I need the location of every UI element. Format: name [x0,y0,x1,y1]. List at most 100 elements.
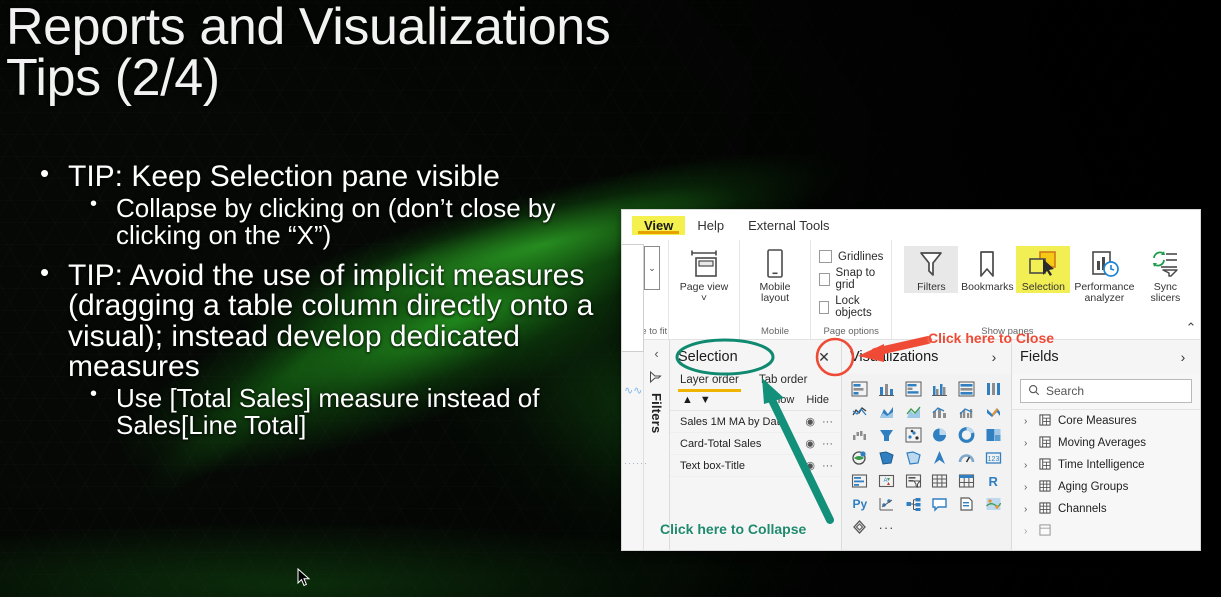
show-all-button[interactable]: Show [767,394,795,406]
slide-canvas: Reports and Visualizations Tips (2/4) TI… [0,0,1221,597]
viz-line-chart-icon[interactable] [847,401,873,423]
ribbon-tab-external-tools[interactable]: External Tools [736,216,841,235]
viz-python-script-icon[interactable]: Py [847,493,873,515]
eye-icon[interactable]: ◉ [805,415,815,428]
viz-filled-map-icon[interactable] [874,447,900,469]
viz-line-and-stacked-column-icon[interactable] [927,401,953,423]
layer-order-arrows[interactable]: ▲▼ [682,394,718,406]
viz-100-stacked-column-chart-icon[interactable] [980,378,1006,400]
filters-pane-collapsed[interactable]: ‹ Filters [644,340,670,550]
fields-tree-item-channels[interactable]: › Channels [1012,498,1200,520]
move-down-icon[interactable]: ▼ [700,394,718,406]
viz-custom-visual-icon[interactable] [847,516,873,538]
visualizations-pane-title: Visualizations [850,349,939,365]
ribbon-button-page-view[interactable]: Page view ˅ [677,246,731,305]
viz-gauge-icon[interactable] [954,447,980,469]
filters-expand-chevron-icon[interactable]: ‹ [654,346,658,361]
report-visual-card[interactable] [622,244,644,352]
viz-stacked-area-chart-icon[interactable] [900,401,926,423]
fields-tree-item-label: Core Measures [1058,415,1137,427]
viz-ribbon-chart-icon[interactable] [980,401,1006,423]
ribbon-button-performance-analyzer[interactable]: Performance analyzer [1072,246,1136,305]
viz-matrix-icon[interactable] [954,470,980,492]
viz-r-script-icon[interactable]: R [980,470,1006,492]
more-options-icon[interactable]: ··· [822,460,833,472]
ribbon-group-label-mobile: Mobile [761,326,789,337]
chevron-right-icon[interactable]: › [985,349,1003,365]
checkbox-snap-to-grid-box[interactable] [819,272,830,286]
viz-donut-chart-icon[interactable] [954,424,980,446]
viz-arcgis-map-icon[interactable] [980,493,1006,515]
viz-more-options-icon[interactable]: ··· [874,516,900,538]
viz-key-influencers-icon[interactable] [874,493,900,515]
viz-clustered-bar-chart-icon[interactable] [900,378,926,400]
chevron-right-icon[interactable]: › [1024,438,1032,449]
viz-slicer-icon[interactable] [900,470,926,492]
viz-card-icon[interactable]: 123 [980,447,1006,469]
ribbon-button-selection[interactable]: Selection [1016,246,1071,294]
close-icon[interactable]: ✕ [815,349,833,366]
viz-waterfall-chart-icon[interactable] [847,424,873,446]
viz-area-chart-icon[interactable] [874,401,900,423]
fields-pane-header: Fields › [1012,340,1200,374]
sync-slicers-icon [1149,246,1181,282]
tab-tab-order[interactable]: Tab order [759,374,808,392]
checkbox-lock-objects-box[interactable] [819,300,830,314]
ribbon-button-mobile-layout[interactable]: Mobile layout [748,246,802,305]
viz-decomposition-tree-icon[interactable] [900,493,926,515]
viz-map-icon[interactable] [847,447,873,469]
ribbon-tab-help[interactable]: Help [685,216,736,235]
list-item[interactable]: Text box-Title ◉ ··· [670,455,841,477]
viz-scatter-chart-icon[interactable] [900,424,926,446]
ribbon-button-bookmarks[interactable]: Bookmarks [960,246,1014,293]
viz-azure-map-icon[interactable] [927,447,953,469]
tab-layer-order[interactable]: Layer order [678,374,741,392]
search-input[interactable]: Search [1020,379,1192,403]
ribbon-tab-view[interactable]: View [632,215,686,235]
chevron-right-icon[interactable]: › [1024,482,1032,493]
chevron-right-icon[interactable]: › [1024,416,1032,427]
fields-tree-item-moving-averages[interactable]: › Moving Averages [1012,432,1200,454]
chevron-down-icon[interactable]: ⌄ [644,246,660,290]
hide-all-button[interactable]: Hide [806,394,829,406]
more-options-icon[interactable]: ··· [822,416,833,428]
fields-tree-item-label: Moving Averages [1058,437,1147,449]
ribbon-collapse-icon[interactable]: ⌃ [1185,320,1196,336]
viz-pie-chart-icon[interactable] [927,424,953,446]
chevron-right-icon[interactable]: › [1024,504,1032,515]
eye-icon[interactable]: ◉ [805,459,815,472]
ribbon-group-label-show-panes: Show panes [981,326,1034,337]
viz-line-and-clustered-column-icon[interactable] [954,401,980,423]
viz-funnel-chart-icon[interactable] [874,424,900,446]
fields-tree-item-aging-groups[interactable]: › Aging Groups [1012,476,1200,498]
viz-100-stacked-bar-chart-icon[interactable] [954,378,980,400]
fields-tree-item-core-measures[interactable]: › Core Measures [1012,410,1200,432]
viz-clustered-column-chart-icon[interactable] [927,378,953,400]
chevron-right-icon[interactable]: › [1174,349,1192,365]
fields-tree-item-partial[interactable]: › [1012,520,1200,542]
fields-tree-item-time-intelligence[interactable]: › Time Intelligence [1012,454,1200,476]
ribbon-button-sync-slicers[interactable]: Sync slicers [1138,246,1192,305]
checkbox-gridlines[interactable]: Gridlines [819,250,883,263]
viz-qa-icon[interactable] [927,493,953,515]
ribbon-button-filters[interactable]: Filters [904,246,959,294]
viz-kpi-icon[interactable]: A [874,470,900,492]
move-up-icon[interactable]: ▲ [682,394,700,406]
checkbox-snap-to-grid[interactable]: Snap to grid [819,267,883,291]
more-options-icon[interactable]: ··· [822,438,833,450]
visualizations-pane-header: Visualizations › [842,340,1011,374]
viz-treemap-icon[interactable] [980,424,1006,446]
chevron-right-icon[interactable]: › [1024,526,1032,537]
viz-table-icon[interactable] [927,470,953,492]
eye-icon[interactable]: ◉ [805,437,815,450]
checkbox-lock-objects[interactable]: Lock objects [819,295,883,319]
viz-shape-map-icon[interactable] [900,447,926,469]
viz-paginated-report-icon[interactable] [954,493,980,515]
list-item[interactable]: Card-Total Sales ◉ ··· [670,433,841,455]
chevron-right-icon[interactable]: › [1024,460,1032,471]
viz-multi-row-card-icon[interactable] [847,470,873,492]
viz-stacked-bar-chart-icon[interactable] [847,378,873,400]
checkbox-gridlines-box[interactable] [819,250,832,263]
list-item[interactable]: Sales 1M MA by Date ◉ ··· [670,411,841,433]
viz-stacked-column-chart-icon[interactable] [874,378,900,400]
